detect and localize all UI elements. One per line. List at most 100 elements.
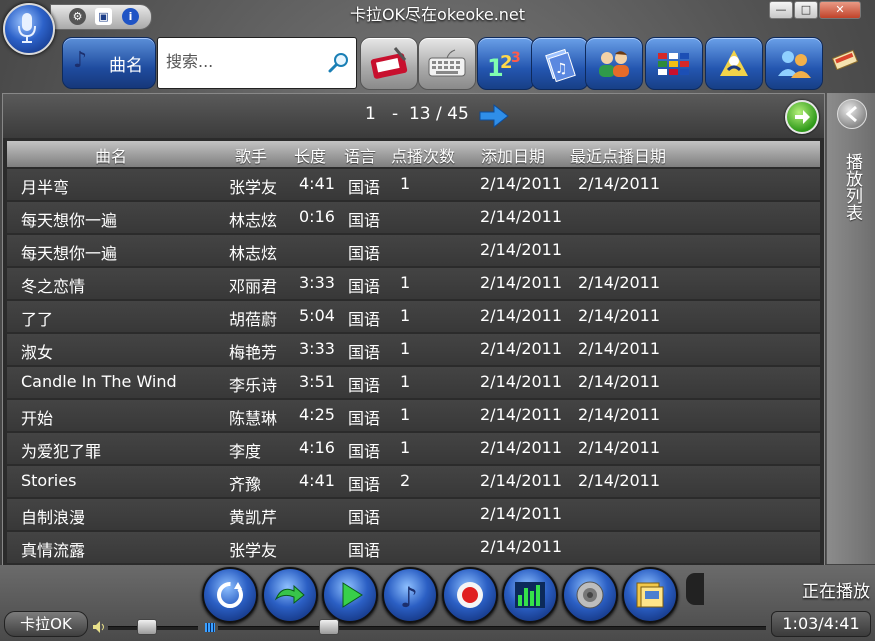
record-icon [457,582,483,608]
repeat-button[interactable] [202,567,258,623]
media-library-button[interactable] [622,567,678,623]
cell-play-count: 1 [400,306,411,325]
cell-singer: 齐豫 [229,475,262,494]
cell-length: 4:41 [299,174,335,193]
column-header-added-date[interactable]: 添加日期 [481,143,545,167]
number-icon: 123 [487,50,521,82]
svg-text:♪: ♪ [400,581,418,613]
song-list-panel: 1 - 13 / 45 曲名 歌手 长度 语言 点播次数 添加日期 最近点播日期… [2,93,825,566]
cell-singer: 邓丽君 [229,277,278,296]
notebook-icon[interactable] [831,48,860,74]
flags-button[interactable] [645,37,703,90]
table-header: 曲名 歌手 长度 语言 点播次数 添加日期 最近点播日期 [7,141,820,167]
cell-added-date: 2/14/2011 [480,306,563,325]
microphone-icon[interactable] [3,3,55,55]
cell-language: 国语 [348,310,381,329]
cell-language: 国语 [348,541,381,560]
table-row[interactable]: Stories 齐豫 4:41 国语 2 2/14/2011 2/14/2011 [7,466,820,497]
eraser-tool-button[interactable] [360,37,418,90]
cell-last-played: 2/14/2011 [578,339,661,358]
go-forward-button[interactable] [785,100,819,134]
singers-button[interactable] [585,37,643,90]
search-input[interactable] [164,51,328,72]
cell-play-count: 1 [400,273,411,292]
cell-length: 3:51 [299,372,335,391]
table-row[interactable]: 真情流露 张学友 国语 2/14/2011 [7,532,820,563]
close-button[interactable]: ✕ [819,1,861,19]
volume-icon[interactable] [92,620,106,634]
column-header-last-played[interactable]: 最近点播日期 [570,143,666,167]
column-header-singer[interactable]: 歌手 [235,143,267,167]
cell-play-count: 1 [400,438,411,457]
search-icon[interactable] [328,51,350,73]
skip-button[interactable] [262,567,318,623]
save-icon[interactable]: ▣ [95,8,112,25]
tab-song-name[interactable]: ♪ 曲名 [62,37,156,89]
more-controls-handle[interactable] [686,573,704,605]
table-row[interactable]: 冬之恋情 邓丽君 3:33 国语 1 2/14/2011 2/14/2011 [7,268,820,299]
table-row[interactable]: 淑女 梅艳芳 3:33 国语 1 2/14/2011 2/14/2011 [7,334,820,365]
table-row[interactable]: 了了 胡蓓蔚 5:04 国语 1 2/14/2011 2/14/2011 [7,301,820,332]
seek-slider-track[interactable] [218,626,766,630]
table-row[interactable]: 自制浪漫 黄凯芹 国语 2/14/2011 [7,499,820,530]
tab-song-name-label: 曲名 [109,56,143,76]
column-header-title[interactable]: 曲名 [95,143,127,167]
music-book-button[interactable]: ♫ [531,37,589,90]
cell-singer: 张学友 [229,178,278,197]
table-row[interactable]: 开始 陈慧琳 4:25 国语 1 2/14/2011 2/14/2011 [7,400,820,431]
table-row[interactable]: 每天想你一遍 林志炫 国语 2/14/2011 [7,235,820,266]
speaker-button[interactable] [562,567,618,623]
cell-added-date: 2/14/2011 [480,504,563,523]
next-page-arrow-icon[interactable] [478,102,510,130]
cell-length: 4:16 [299,438,335,457]
karaoke-mode-button[interactable]: 卡拉OK [4,611,88,637]
collapse-playlist-button[interactable] [837,99,867,129]
cell-language: 国语 [348,409,381,428]
keyboard-button[interactable] [418,37,476,90]
music-note-icon: ♪ [400,581,418,613]
cell-title: 开始 [21,409,54,428]
info-icon[interactable]: i [122,8,139,25]
skip-icon [274,584,305,605]
cell-singer: 胡蓓蔚 [229,310,278,329]
column-header-length[interactable]: 长度 [294,143,326,167]
column-header-language[interactable]: 语言 [344,143,376,167]
gear-icon[interactable]: ⚙ [69,8,86,25]
volume-slider-handle[interactable] [136,619,157,635]
minimize-button[interactable]: — [769,1,793,19]
cell-length: 0:16 [299,207,335,226]
cell-title: 月半弯 [21,178,70,197]
table-row[interactable]: 每天想你一遍 林志炫 0:16 国语 2/14/2011 [7,202,820,233]
seek-slider-handle[interactable] [318,619,339,635]
table-row[interactable]: 月半弯 张学友 4:41 国语 1 2/14/2011 2/14/2011 [7,169,820,200]
column-header-play-count[interactable]: 点播次数 [391,143,455,167]
cell-play-count: 1 [400,372,411,391]
search-box[interactable] [157,37,357,89]
now-playing-text: 正在播放 [802,582,870,602]
cell-last-played: 2/14/2011 [578,471,661,490]
table-row[interactable]: Candle In The Wind 李乐诗 3:51 国语 1 2/14/2011 2/1… [7,367,820,398]
dance-button[interactable] [705,37,763,90]
equalizer-button[interactable] [502,567,558,623]
cell-singer: 黄凯芹 [229,508,278,527]
cell-title: 淑女 [21,343,54,362]
music-note-button[interactable]: ♪ [382,567,438,623]
table-row[interactable]: 为爱犯了罪 李度 4:16 国语 1 2/14/2011 2/14/2011 [7,433,820,464]
cell-length: 4:41 [299,471,335,490]
cell-singer: 林志炫 [229,244,278,263]
play-button[interactable] [322,567,378,623]
number-search-button[interactable]: 123 [477,37,535,90]
cell-language: 国语 [348,244,381,263]
music-book-icon: ♫ [545,48,576,82]
group-icon [778,51,811,78]
group-button[interactable] [765,37,823,90]
record-button[interactable] [442,567,498,623]
cell-last-played: 2/14/2011 [578,174,661,193]
cell-last-played: 2/14/2011 [578,306,661,325]
cell-language: 国语 [348,508,381,527]
cell-title: 每天想你一遍 [21,211,118,230]
maximize-button[interactable]: □ [794,1,818,19]
playlist-label: 播放列表 [842,153,862,221]
flags-icon [658,53,689,75]
playlist-sidebar[interactable]: 播放列表 [826,93,875,564]
